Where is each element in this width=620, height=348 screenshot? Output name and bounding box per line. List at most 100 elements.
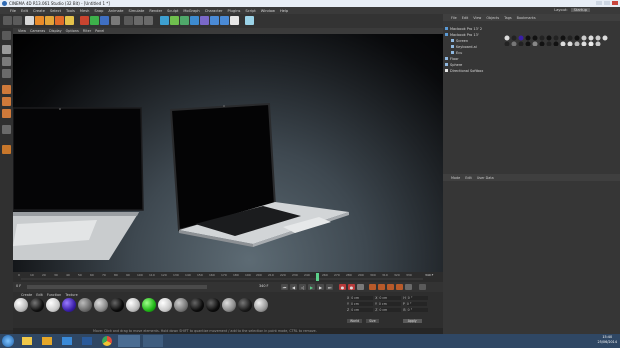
rotation-b-field[interactable]: 0 ° xyxy=(407,308,428,312)
start-button[interactable] xyxy=(2,335,14,347)
timeline-options-icon[interactable] xyxy=(419,284,426,290)
key-pla-icon[interactable] xyxy=(405,284,412,290)
menu-window[interactable]: Window xyxy=(261,9,275,13)
key-rotation-icon[interactable] xyxy=(387,284,394,290)
playhead[interactable] xyxy=(316,273,319,281)
key-position-icon[interactable] xyxy=(369,284,376,290)
om-menu-edit[interactable]: Edit xyxy=(462,16,469,20)
material-swatch[interactable] xyxy=(110,298,124,312)
object-row[interactable]: Directional Softbox xyxy=(445,68,483,73)
layout-dropdown[interactable]: Startup xyxy=(570,8,590,12)
cinema4d-secondary-task-icon[interactable] xyxy=(143,335,163,347)
menu-plugins[interactable]: Plugins xyxy=(227,9,240,13)
material-swatch[interactable] xyxy=(190,298,204,312)
menu-select[interactable]: Select xyxy=(50,9,61,13)
array-icon[interactable] xyxy=(190,16,199,25)
material-swatch[interactable] xyxy=(222,298,236,312)
edges-mode-icon[interactable] xyxy=(2,97,11,106)
minimize-button[interactable] xyxy=(596,1,602,5)
material-swatch[interactable] xyxy=(46,298,60,312)
render-view-icon[interactable] xyxy=(124,16,133,25)
play-button[interactable]: ▶ xyxy=(308,284,315,290)
rotation-p-field[interactable]: 0 ° xyxy=(406,302,427,306)
material-swatch[interactable] xyxy=(14,298,28,312)
size-x-field[interactable]: 0 cm xyxy=(379,296,402,300)
key-scale-icon[interactable] xyxy=(378,284,385,290)
menu-create[interactable]: Create xyxy=(33,9,45,13)
internet-explorer-icon[interactable] xyxy=(62,337,72,345)
recent-tools-icon[interactable] xyxy=(65,16,74,25)
menu-file[interactable]: File xyxy=(10,9,16,13)
cinema4d-task-icon[interactable] xyxy=(118,335,140,347)
menu-mograph[interactable]: MoGraph xyxy=(183,9,199,13)
material-menu-texture[interactable]: Texture xyxy=(65,293,77,297)
object-row[interactable]: Macbook Pro 13' xyxy=(445,32,479,37)
goto-end-button[interactable]: ⏭ xyxy=(326,284,333,290)
material-swatch[interactable] xyxy=(94,298,108,312)
am-menu-edit[interactable]: Edit xyxy=(465,176,472,180)
material-swatch[interactable] xyxy=(206,298,220,312)
position-x-field[interactable]: 0 cm xyxy=(351,296,374,300)
om-menu-file[interactable]: File xyxy=(451,16,457,20)
end-frame-field[interactable]: 340 F xyxy=(259,284,269,288)
photoshop-icon[interactable] xyxy=(82,337,92,345)
object-row[interactable]: Macbook Pro 13' 2 xyxy=(445,26,482,31)
timeline-ruler[interactable]: 0 10 20 30 40 50 60 70 80 90 100 110 120… xyxy=(13,272,443,282)
position-z-field[interactable]: 0 cm xyxy=(351,308,374,312)
z-axis-lock-icon[interactable] xyxy=(100,16,109,25)
record-button[interactable]: ● xyxy=(339,284,346,290)
move-tool-icon[interactable] xyxy=(35,16,44,25)
menu-character[interactable]: Character xyxy=(205,9,223,13)
system-clock[interactable]: 15:40 25/06/2014 xyxy=(597,335,617,345)
current-frame-field[interactable]: 0 F xyxy=(16,284,21,288)
redo-icon[interactable] xyxy=(13,16,22,25)
file-explorer-icon[interactable] xyxy=(22,337,32,345)
workplane-mode-icon[interactable] xyxy=(2,69,11,78)
render-settings-icon[interactable] xyxy=(144,16,153,25)
size-z-field[interactable]: 0 cm xyxy=(379,308,402,312)
material-swatch[interactable] xyxy=(78,298,92,312)
maximize-button[interactable] xyxy=(604,1,610,5)
pen-spline-icon[interactable] xyxy=(170,16,179,25)
om-menu-objects[interactable]: Objects xyxy=(486,16,499,20)
object-row[interactable]: Ecu xyxy=(451,50,462,55)
subdivision-surface-icon[interactable] xyxy=(180,16,189,25)
viewport-menu-options[interactable]: Options xyxy=(66,29,79,33)
menu-sculpt[interactable]: Sculpt xyxy=(167,9,178,13)
position-y-field[interactable]: 0 cm xyxy=(350,302,373,306)
autokey-button[interactable]: ● xyxy=(348,284,355,290)
material-swatch[interactable] xyxy=(142,298,156,312)
light-icon[interactable] xyxy=(230,16,239,25)
cube-primitive-icon[interactable] xyxy=(160,16,169,25)
menu-help[interactable]: Help xyxy=(280,9,288,13)
om-menu-view[interactable]: View xyxy=(473,16,481,20)
bend-deformer-icon[interactable] xyxy=(200,16,209,25)
object-row[interactable]: Floor xyxy=(445,56,459,61)
material-menu-edit[interactable]: Edit xyxy=(36,293,43,297)
material-swatch[interactable] xyxy=(174,298,188,312)
viewport-menu-filter[interactable]: Filter xyxy=(83,29,91,33)
coords-mode-dropdown[interactable]: World xyxy=(347,319,363,323)
model-mode-icon[interactable] xyxy=(2,45,11,54)
scale-tool-icon[interactable] xyxy=(45,16,54,25)
perspective-viewport[interactable] xyxy=(13,34,443,272)
tweak-mode-icon[interactable] xyxy=(2,145,11,154)
render-picture-viewer-icon[interactable] xyxy=(134,16,143,25)
live-selection-icon[interactable] xyxy=(25,16,34,25)
material-swatch[interactable] xyxy=(62,298,76,312)
camera-icon[interactable] xyxy=(220,16,229,25)
menu-animate[interactable]: Animate xyxy=(108,9,123,13)
polygons-mode-icon[interactable] xyxy=(2,109,11,118)
material-swatch[interactable] xyxy=(126,298,140,312)
object-row[interactable]: Sphere xyxy=(445,62,462,67)
chrome-icon[interactable] xyxy=(102,336,112,346)
apply-button[interactable]: Apply xyxy=(402,319,422,323)
axis-mode-icon[interactable] xyxy=(2,125,11,134)
am-menu-mode[interactable]: Mode xyxy=(451,176,460,180)
undo-icon[interactable] xyxy=(3,16,12,25)
viewport-menu-panel[interactable]: Panel xyxy=(95,29,104,33)
preview-range-slider[interactable] xyxy=(27,285,207,289)
goto-start-button[interactable]: ⏮ xyxy=(281,284,288,290)
size-y-field[interactable]: 0 cm xyxy=(378,302,401,306)
menu-script[interactable]: Script xyxy=(245,9,255,13)
